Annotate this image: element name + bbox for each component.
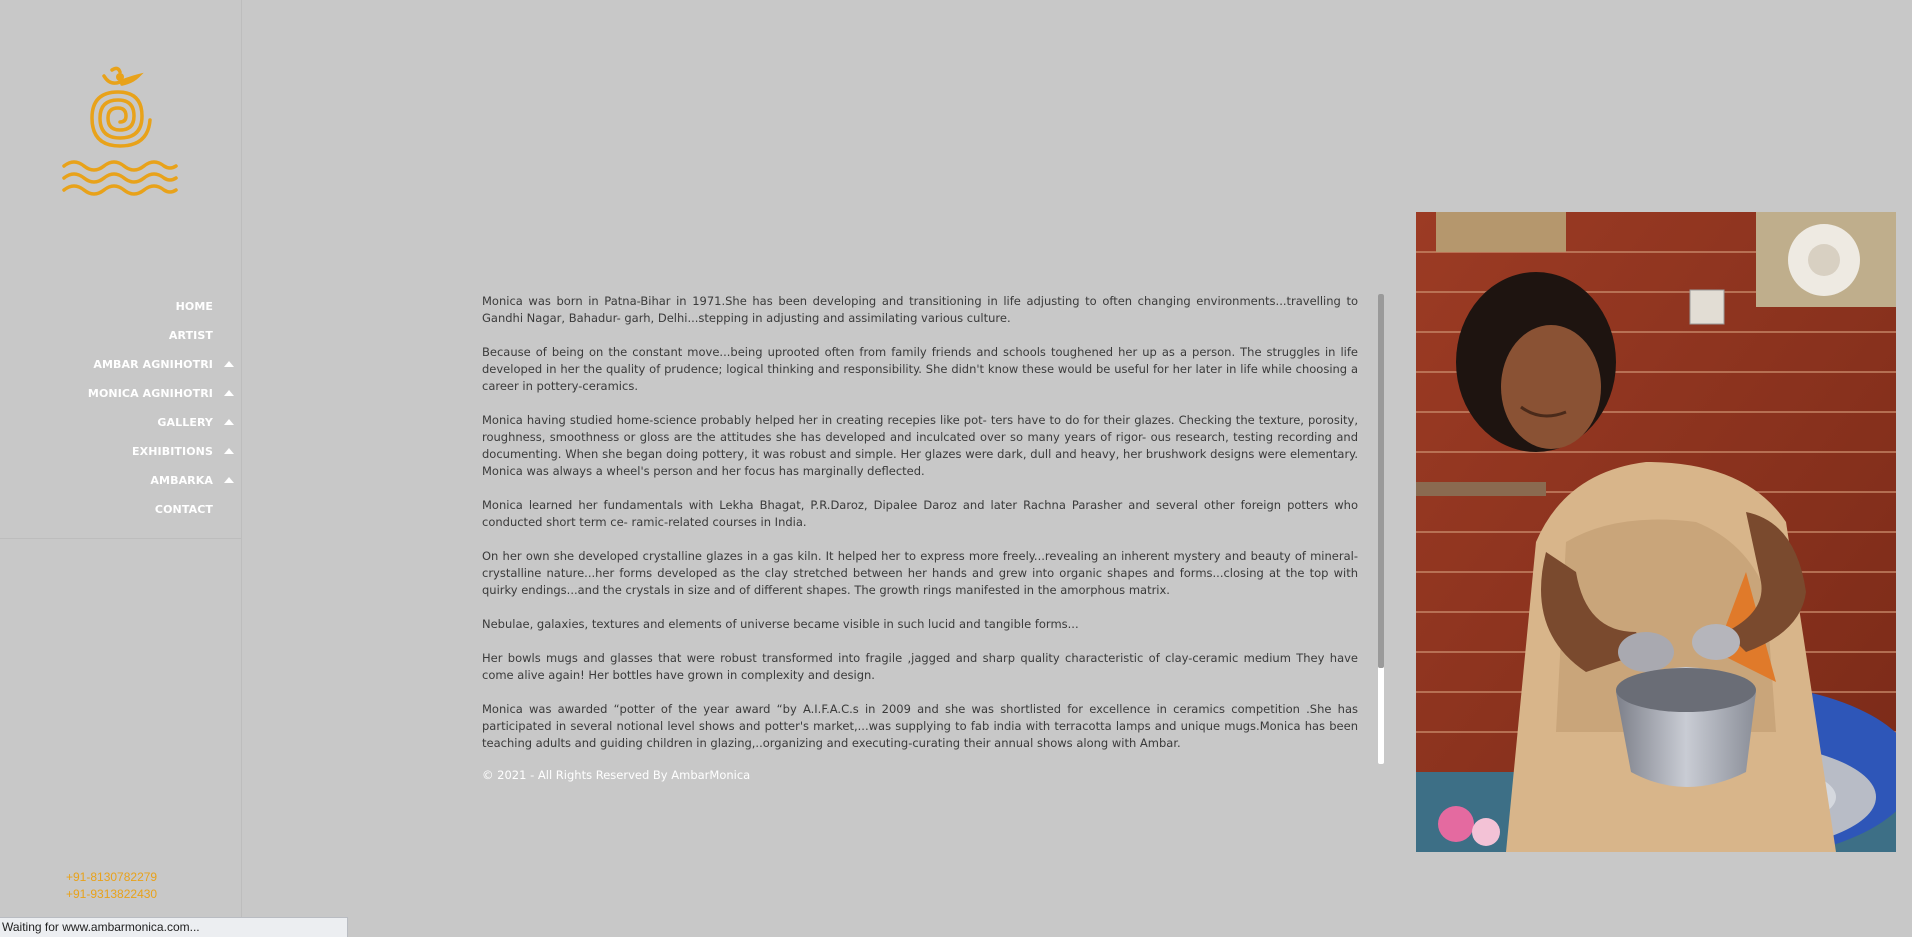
potter-photo-illustration [1416, 212, 1896, 852]
bio-paragraph: Her bowls mugs and glasses that were rob… [482, 651, 1358, 682]
bio-paragraph: Monica was awarded “potter of the year a… [482, 702, 1358, 750]
copyright-text: © 2021 - All Rights Reserved By AmbarMon… [482, 768, 751, 782]
content-scrollbar-thumb[interactable] [1378, 294, 1384, 668]
page: HOME ARTIST AMBAR AGNIHOTRI MONICA AGNIH… [0, 0, 1912, 937]
sidebar: HOME ARTIST AMBAR AGNIHOTRI MONICA AGNIH… [0, 0, 242, 937]
nav-item-label: AMBAR AGNIHOTRI [93, 358, 213, 371]
nav-item-home[interactable]: HOME [0, 292, 242, 321]
phone-link-1[interactable]: +91-8130782279 [66, 869, 157, 886]
phone-link-2[interactable]: +91-9313822430 [66, 886, 157, 903]
nav-item-ambarka[interactable]: AMBARKA [0, 466, 242, 495]
nav-item-gallery[interactable]: GALLERY [0, 408, 242, 437]
caret-up-icon[interactable] [224, 390, 234, 396]
caret-up-icon[interactable] [224, 419, 234, 425]
nav-item-label: CONTACT [154, 503, 213, 516]
om-spiral-waves-logo-icon [62, 66, 178, 196]
browser-status-bar: Waiting for www.ambarmonica.com... [0, 917, 348, 937]
nav-item-monica-agnihotri[interactable]: MONICA AGNIHOTRI [0, 379, 242, 408]
nav-item-artist[interactable]: ARTIST [0, 321, 242, 350]
nav-item-label: MONICA AGNIHOTRI [87, 387, 213, 400]
bio-paragraph: Monica having studied home-science proba… [482, 413, 1358, 478]
bio-paragraph: Monica learned her fundamentals with Lek… [482, 498, 1358, 529]
bio-paragraph: Because of being on the constant move...… [482, 345, 1358, 393]
nav-item-ambar-agnihotri[interactable]: AMBAR AGNIHOTRI [0, 350, 242, 379]
nav-item-label: ARTIST [168, 329, 213, 342]
nav-item-exhibitions[interactable]: EXHIBITIONS [0, 437, 242, 466]
main-nav: HOME ARTIST AMBAR AGNIHOTRI MONICA AGNIH… [0, 292, 242, 539]
nav-item-label: AMBARKA [150, 474, 213, 487]
om-spiral-logo[interactable] [60, 64, 180, 200]
nav-item-label: HOME [175, 300, 213, 313]
nav-item-label: GALLERY [157, 416, 213, 429]
bio-paragraph: On her own she developed crystalline gla… [482, 549, 1358, 597]
caret-up-icon[interactable] [224, 448, 234, 454]
nav-item-contact[interactable]: CONTACT [0, 495, 242, 524]
nav-item-label: EXHIBITIONS [132, 445, 213, 458]
potter-at-wheel-photo [1416, 212, 1896, 852]
caret-up-icon[interactable] [224, 361, 234, 367]
caret-up-icon[interactable] [224, 477, 234, 483]
bio-paragraph: Nebulae, galaxies, textures and elements… [482, 617, 1079, 631]
phone-numbers: +91-8130782279 +91-9313822430 [66, 869, 157, 903]
bio-paragraph: Monica was born in Patna-Bihar in 1971.S… [482, 294, 1358, 325]
biography-text: Monica was born in Patna-Bihar in 1971.S… [482, 293, 1358, 769]
